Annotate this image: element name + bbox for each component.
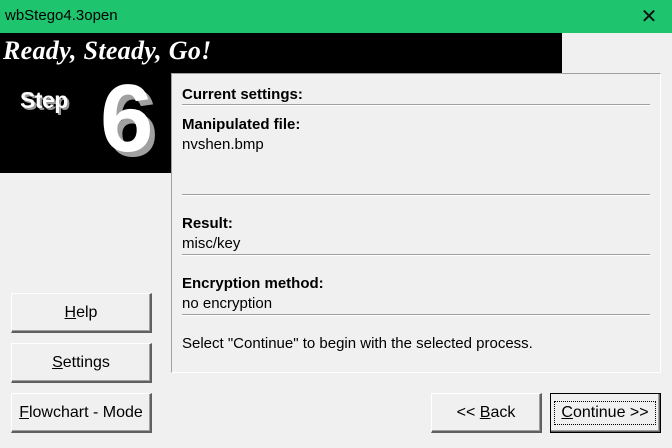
- continue-focus-ring: Continue >>: [554, 400, 656, 425]
- continue-label: ontinue >>: [572, 403, 649, 421]
- divider: [182, 194, 650, 196]
- encryption-method-value: no encryption: [182, 295, 273, 312]
- header-banner: Ready, Steady, Go!: [0, 33, 562, 73]
- help-button[interactable]: Help: [11, 293, 152, 333]
- step-number: 6: [100, 65, 154, 172]
- result-value: misc/key: [182, 235, 241, 252]
- result-label: Result:: [182, 215, 233, 232]
- settings-label: ettings: [62, 353, 110, 371]
- back-label: ack: [490, 403, 516, 421]
- encryption-method-label: Encryption method:: [182, 275, 324, 292]
- back-mnemonic: B: [479, 403, 491, 421]
- manipulated-file-label: Manipulated file:: [182, 116, 301, 133]
- settings-button[interactable]: Settings: [11, 343, 152, 383]
- divider: [182, 254, 650, 256]
- help-label: elp: [76, 303, 98, 321]
- flowchart-label: lowchart - Mode: [28, 403, 143, 421]
- manipulated-file-value: nvshen.bmp: [182, 136, 264, 153]
- back-prefix: <<: [456, 403, 480, 421]
- title-bar: wbStego4.3open ✕: [0, 0, 672, 33]
- instruction-text: Select "Continue" to begin with the sele…: [182, 335, 533, 352]
- window-title: wbStego4.3open: [5, 7, 118, 24]
- continue-button[interactable]: Continue >>: [550, 393, 661, 433]
- continue-mnemonic: C: [561, 403, 573, 421]
- divider: [182, 104, 650, 106]
- flowchart-mnemonic: F: [19, 403, 29, 421]
- settings-summary-panel: Current settings: Manipulated file: nvsh…: [171, 73, 661, 373]
- banner-title: Ready, Steady, Go!: [3, 36, 212, 65]
- settings-mnemonic: S: [52, 353, 63, 371]
- help-mnemonic: H: [64, 303, 77, 321]
- step-word: Step: [20, 87, 68, 113]
- current-settings-label: Current settings:: [182, 86, 303, 103]
- back-button[interactable]: << Back: [431, 393, 542, 433]
- close-icon[interactable]: ✕: [626, 0, 672, 33]
- step-indicator: Step 6: [0, 69, 171, 173]
- flowchart-mode-button[interactable]: Flowchart - Mode: [11, 393, 152, 433]
- divider: [182, 314, 650, 316]
